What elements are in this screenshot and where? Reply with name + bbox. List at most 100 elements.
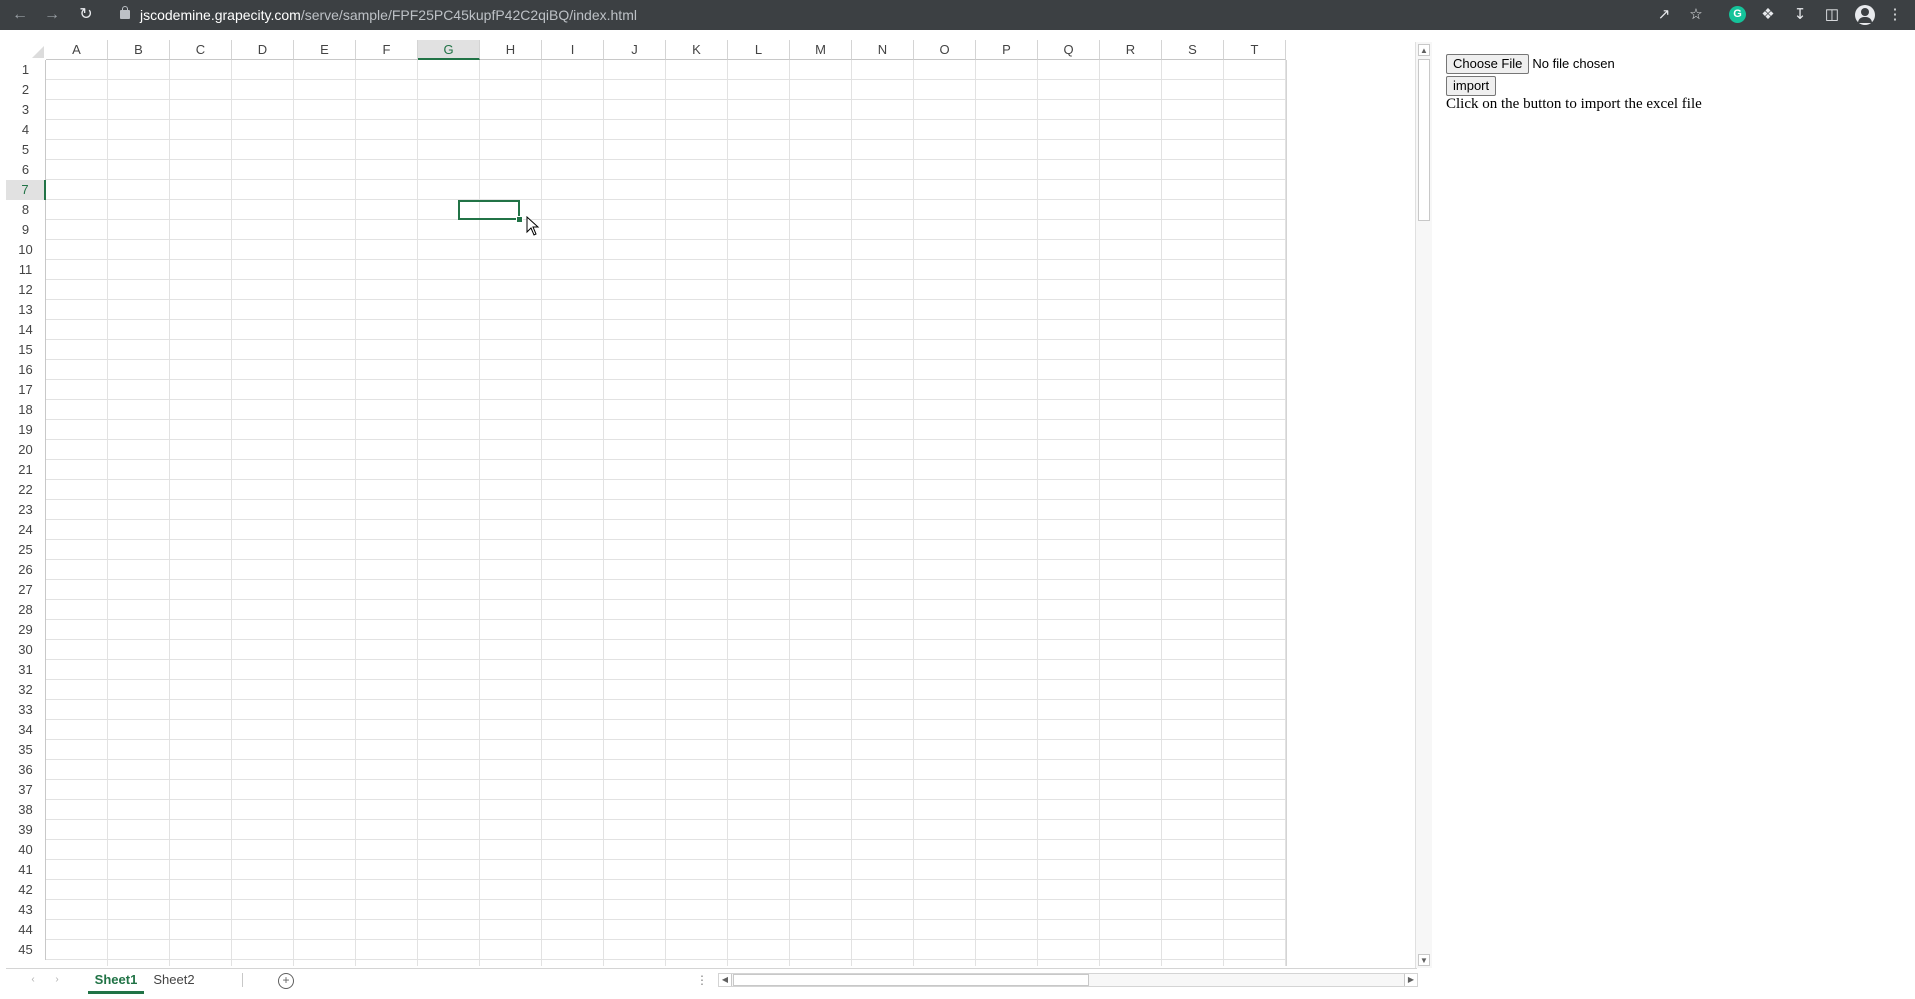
scroll-right-arrow-icon[interactable]: ▶ <box>1404 974 1417 986</box>
row-header-25[interactable]: 25 <box>6 540 46 560</box>
column-header-d[interactable]: D <box>232 40 294 60</box>
file-input[interactable]: Choose File No file chosen <box>1446 54 1615 74</box>
tab-nav-prev-icon[interactable]: ‹ <box>26 973 40 987</box>
row-header-18[interactable]: 18 <box>6 400 46 420</box>
row-header-9[interactable]: 9 <box>6 220 46 240</box>
row-header-30[interactable]: 30 <box>6 640 46 660</box>
column-header-k[interactable]: K <box>666 40 728 60</box>
row-header-8[interactable]: 8 <box>6 200 46 220</box>
row-header-17[interactable]: 17 <box>6 380 46 400</box>
column-header-f[interactable]: F <box>356 40 418 60</box>
row-header-7[interactable]: 7 <box>6 180 46 200</box>
column-header-c[interactable]: C <box>170 40 232 60</box>
menu-kebab-icon[interactable]: ⋮ <box>1885 5 1905 25</box>
address-bar[interactable]: jscodemine.grapecity.com/serve/sample/FP… <box>140 7 637 23</box>
column-header-l[interactable]: L <box>728 40 790 60</box>
cell-grid[interactable] <box>46 60 1287 966</box>
forward-arrow-icon[interactable]: → <box>42 5 62 25</box>
row-header-41[interactable]: 41 <box>6 860 46 880</box>
row-header-27[interactable]: 27 <box>6 580 46 600</box>
column-header-q[interactable]: Q <box>1038 40 1100 60</box>
row-header-2[interactable]: 2 <box>6 80 46 100</box>
tab-splitter-handle[interactable]: ⋮ <box>696 973 708 987</box>
column-header-o[interactable]: O <box>914 40 976 60</box>
column-header-m[interactable]: M <box>790 40 852 60</box>
extensions-puzzle-icon[interactable]: ❖ <box>1758 5 1778 25</box>
row-header-38[interactable]: 38 <box>6 800 46 820</box>
row-header-37[interactable]: 37 <box>6 780 46 800</box>
row-header-31[interactable]: 31 <box>6 660 46 680</box>
column-header-j[interactable]: J <box>604 40 666 60</box>
column-header-n[interactable]: N <box>852 40 914 60</box>
lock-icon[interactable] <box>120 6 130 19</box>
column-header-a[interactable]: A <box>46 40 108 60</box>
row-header-32[interactable]: 32 <box>6 680 46 700</box>
horizontal-scroll-thumb[interactable] <box>733 974 1089 986</box>
row-header-36[interactable]: 36 <box>6 760 46 780</box>
profile-avatar-icon[interactable] <box>1855 5 1875 25</box>
active-cell[interactable] <box>458 200 520 220</box>
side-panel-icon[interactable]: ◫ <box>1822 5 1842 25</box>
row-header-35[interactable]: 35 <box>6 740 46 760</box>
scroll-left-arrow-icon[interactable]: ◀ <box>719 974 732 986</box>
column-header-s[interactable]: S <box>1162 40 1224 60</box>
row-header-4[interactable]: 4 <box>6 120 46 140</box>
row-header-12[interactable]: 12 <box>6 280 46 300</box>
row-header-24[interactable]: 24 <box>6 520 46 540</box>
row-header-15[interactable]: 15 <box>6 340 46 360</box>
grammarly-extension-icon[interactable]: G <box>1729 6 1746 23</box>
column-header-t[interactable]: T <box>1224 40 1286 60</box>
row-header-26[interactable]: 26 <box>6 560 46 580</box>
row-header-1[interactable]: 1 <box>6 60 46 80</box>
row-header-10[interactable]: 10 <box>6 240 46 260</box>
share-icon[interactable]: ↗ <box>1654 5 1674 25</box>
column-header-e[interactable]: E <box>294 40 356 60</box>
column-header-b[interactable]: B <box>108 40 170 60</box>
tab-sheet1[interactable]: Sheet1 <box>88 969 144 994</box>
row-header-5[interactable]: 5 <box>6 140 46 160</box>
row-header-45[interactable]: 45 <box>6 940 46 960</box>
back-arrow-icon[interactable]: ← <box>10 5 30 25</box>
row-header-33[interactable]: 33 <box>6 700 46 720</box>
scroll-down-arrow-icon[interactable]: ▼ <box>1418 954 1430 966</box>
row-header-14[interactable]: 14 <box>6 320 46 340</box>
row-header-22[interactable]: 22 <box>6 480 46 500</box>
row-header-23[interactable]: 23 <box>6 500 46 520</box>
choose-file-button[interactable]: Choose File <box>1446 54 1530 74</box>
horizontal-scrollbar[interactable]: ◀ ▶ <box>718 973 1418 987</box>
reload-icon[interactable]: ↻ <box>76 5 96 25</box>
column-header-h[interactable]: H <box>480 40 542 60</box>
column-header-g[interactable]: G <box>418 40 480 60</box>
add-sheet-icon[interactable]: + <box>278 973 294 989</box>
row-header-11[interactable]: 11 <box>6 260 46 280</box>
import-button[interactable]: import <box>1446 76 1497 96</box>
row-header-39[interactable]: 39 <box>6 820 46 840</box>
sheet-tab-strip: ‹ › Sheet1 Sheet2 + ⋮ ◀ ▶ <box>6 968 1418 994</box>
row-header-28[interactable]: 28 <box>6 600 46 620</box>
row-header-16[interactable]: 16 <box>6 360 46 380</box>
tab-sheet2[interactable]: Sheet2 <box>146 969 202 991</box>
row-header-43[interactable]: 43 <box>6 900 46 920</box>
row-header-20[interactable]: 20 <box>6 440 46 460</box>
bookmark-star-icon[interactable]: ☆ <box>1686 5 1706 25</box>
row-header-34[interactable]: 34 <box>6 720 46 740</box>
column-header-i[interactable]: I <box>542 40 604 60</box>
column-header-p[interactable]: P <box>976 40 1038 60</box>
row-header-40[interactable]: 40 <box>6 840 46 860</box>
download-icon[interactable]: ↧ <box>1790 5 1810 25</box>
vertical-scroll-thumb[interactable] <box>1418 59 1430 221</box>
row-header-3[interactable]: 3 <box>6 100 46 120</box>
row-header-19[interactable]: 19 <box>6 420 46 440</box>
fill-handle[interactable] <box>516 216 523 223</box>
row-header-29[interactable]: 29 <box>6 620 46 640</box>
column-header-r[interactable]: R <box>1100 40 1162 60</box>
row-header-44[interactable]: 44 <box>6 920 46 940</box>
vertical-scrollbar[interactable]: ▲ ▼ <box>1415 42 1432 968</box>
row-header-21[interactable]: 21 <box>6 460 46 480</box>
row-header-13[interactable]: 13 <box>6 300 46 320</box>
row-header-42[interactable]: 42 <box>6 880 46 900</box>
select-all-corner[interactable] <box>6 40 46 60</box>
row-header-6[interactable]: 6 <box>6 160 46 180</box>
tab-nav-next-icon[interactable]: › <box>50 973 64 987</box>
scroll-up-arrow-icon[interactable]: ▲ <box>1418 44 1430 56</box>
